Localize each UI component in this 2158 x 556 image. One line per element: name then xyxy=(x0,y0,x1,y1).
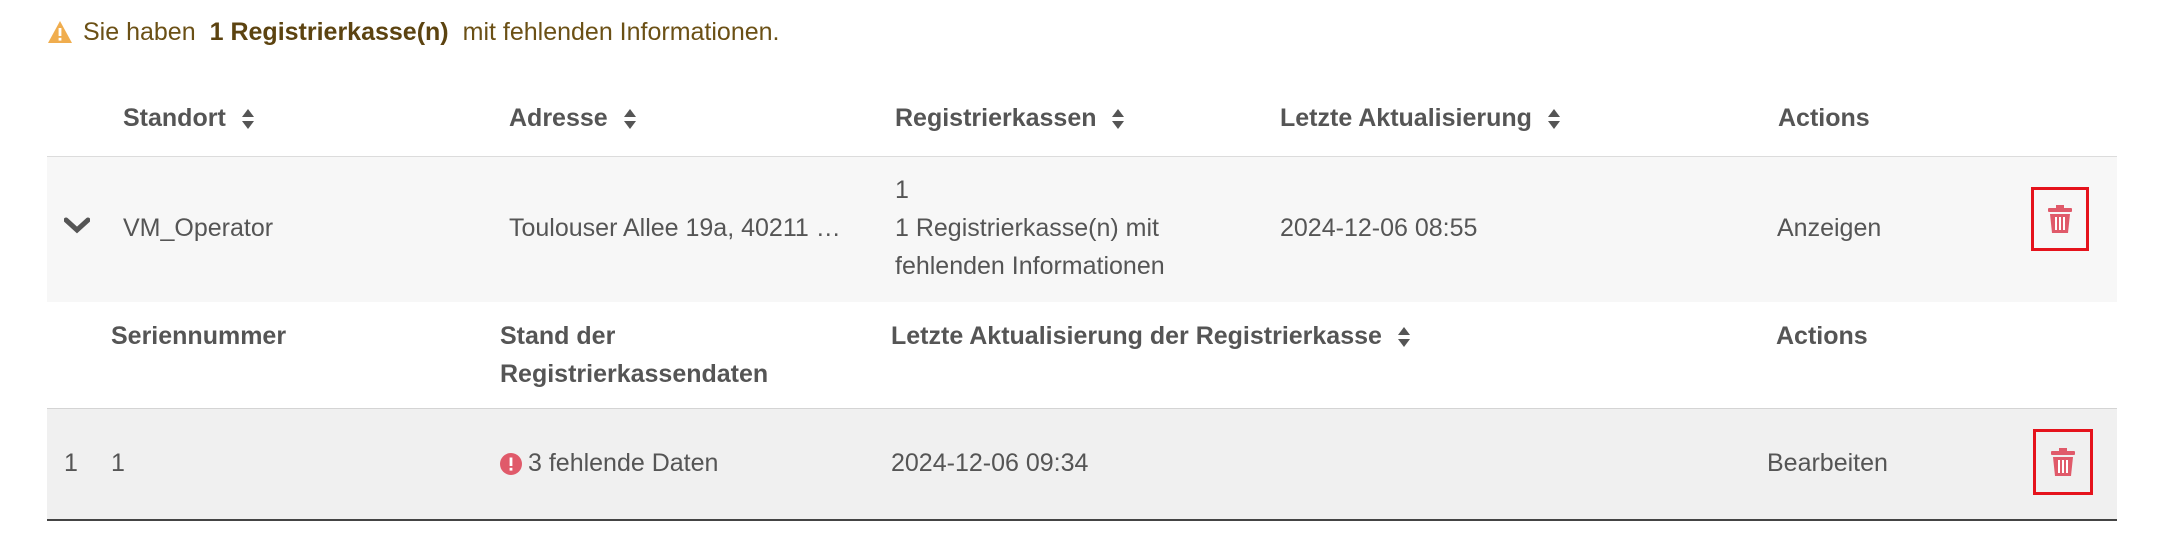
sort-icon xyxy=(241,109,254,130)
alert-highlight: 1 Registrierkasse(n) xyxy=(209,17,449,46)
missing-data-status: 3 fehlende Daten xyxy=(500,449,718,478)
row-index: 1 xyxy=(64,449,78,477)
table-row: VM_Operator Toulouser Allee 19a, 40211 …… xyxy=(47,157,2117,302)
sort-icon xyxy=(1547,109,1560,130)
standort-value: VM_Operator xyxy=(123,214,274,242)
trash-icon xyxy=(2048,205,2072,233)
missing-info-line-1: 1 Registrierkasse(n) mit xyxy=(895,214,1159,242)
column-header-sub-actions: Actions xyxy=(1776,322,1868,350)
column-header-letzte-aktualisierung[interactable]: Letzte Aktualisierung xyxy=(1280,104,1561,133)
warning-icon xyxy=(48,21,72,43)
trash-icon xyxy=(2051,448,2075,476)
table-header: Standort Adresse Registrierkassen Letzte… xyxy=(47,90,2117,157)
register-updated-value: 2024-12-06 09:34 xyxy=(891,449,1089,477)
delete-location-button[interactable] xyxy=(2031,187,2089,251)
letzte-aktualisierung-value: 2024-12-06 08:55 xyxy=(1280,214,1478,242)
alert-suffix: mit fehlenden Informationen. xyxy=(462,17,780,46)
missing-info-alert: Sie haben 1 Registrierkasse(n) mit fehle… xyxy=(47,14,779,50)
table-row: 1 1 3 fehlende Daten 2024-12-06 09:34 Be… xyxy=(47,409,2117,521)
alert-prefix: Sie haben xyxy=(83,17,196,46)
delete-register-button[interactable] xyxy=(2033,429,2093,495)
missing-info-line-2: fehlenden Informationen xyxy=(895,252,1165,280)
sort-icon xyxy=(1112,109,1125,130)
column-header-stand-line-1: Stand der xyxy=(500,322,616,350)
anzeigen-link[interactable]: Anzeigen xyxy=(1777,214,1881,243)
column-header-registrierkassen[interactable]: Registrierkassen xyxy=(895,104,1125,133)
chevron-down-icon[interactable] xyxy=(64,217,90,235)
register-subtable-header: Seriennummer Stand der Registrierkassend… xyxy=(47,302,2117,409)
bearbeiten-link[interactable]: Bearbeiten xyxy=(1767,449,1888,478)
column-header-actions: Actions xyxy=(1778,104,1870,132)
column-header-standort[interactable]: Standort xyxy=(123,104,255,133)
sort-icon xyxy=(623,109,636,130)
adresse-value: Toulouser Allee 19a, 40211 … xyxy=(509,214,841,242)
sort-icon xyxy=(1397,327,1410,348)
column-header-seriennummer: Seriennummer xyxy=(111,322,287,350)
column-header-register-updated[interactable]: Letzte Aktualisierung der Registrierkass… xyxy=(891,322,1411,351)
column-header-adresse[interactable]: Adresse xyxy=(509,104,637,133)
column-header-stand-line-2: Registrierkassendaten xyxy=(500,360,769,388)
seriennummer-value: 1 xyxy=(111,449,125,477)
registrierkassen-count: 1 xyxy=(895,176,909,204)
exclamation-circle-icon xyxy=(500,452,522,475)
